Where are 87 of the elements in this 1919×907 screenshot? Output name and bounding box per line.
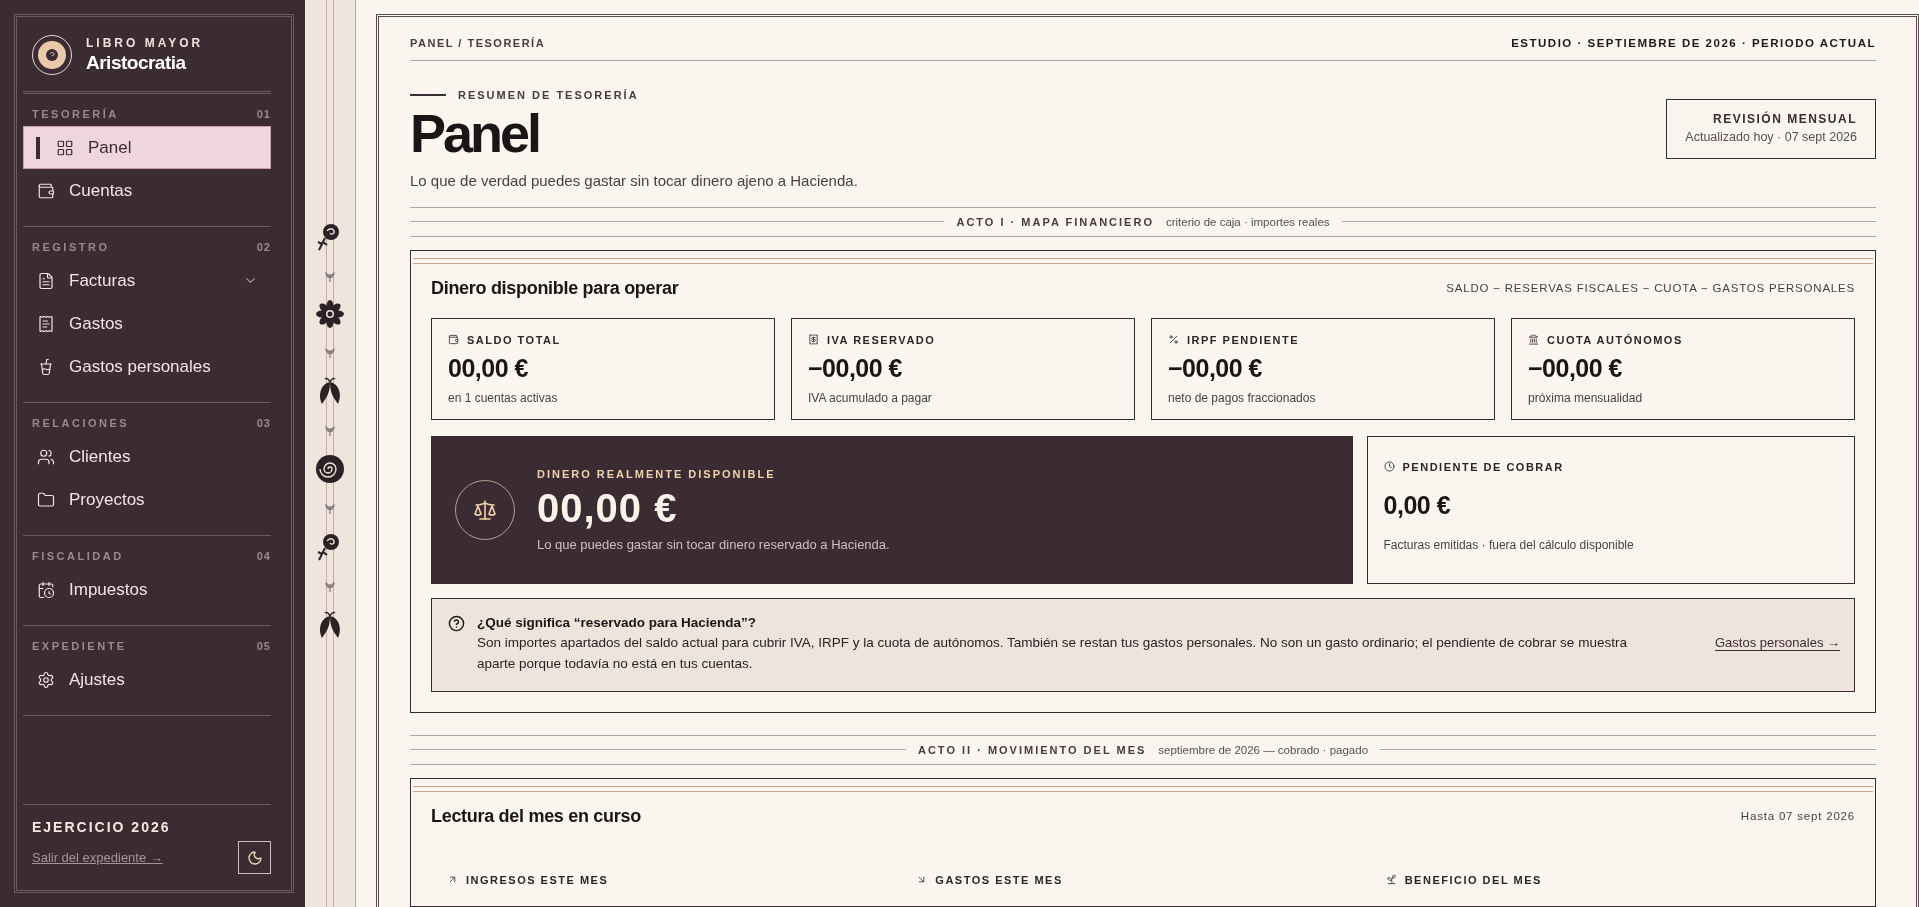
stat-label: CUOTA AUTÓNOMOS (1547, 333, 1683, 346)
moon-icon (246, 849, 263, 866)
nav-item-icon (37, 670, 55, 689)
stat-label: PENDIENTE DE COBRAR (1402, 460, 1564, 473)
nav-item[interactable]: Panel (23, 126, 271, 169)
nav-section-number: 03 (256, 417, 271, 429)
available-caption: Lo que puedes gastar sin tocar dinero reservado a Hacienda. (537, 536, 890, 552)
card-title: Lectura del mes en curso (431, 805, 641, 827)
nav-section-label: TESORERÍA (32, 108, 119, 120)
nav-item[interactable]: Facturas (32, 259, 271, 302)
available-value: 00,00 € (537, 485, 679, 531)
stat-label: GASTOS ESTE MES (935, 873, 1063, 886)
nav-section-number: 05 (256, 640, 271, 652)
nav-item[interactable]: Cuentas (32, 169, 271, 212)
stat-label: IRPF PENDIENTE (1187, 333, 1300, 346)
stat-label: IVA RESERVADO (827, 333, 936, 346)
stat-icon (1385, 874, 1397, 886)
period-context: ESTUDIO · SEPTIEMBRE DE 2026 · PERIODO ACTUAL (1511, 37, 1876, 49)
nav-item-icon (56, 138, 74, 157)
flower-ornament-icon (316, 300, 344, 328)
clock-icon (1383, 461, 1395, 473)
nav-item-icon (37, 181, 55, 200)
nav-item[interactable]: Ajustes (32, 658, 271, 701)
act-title: ACTO I · MAPA FINANCIERO (956, 215, 1154, 228)
review-title: REVISIÓN MENSUAL (1713, 112, 1857, 126)
card-title: Dinero disponible para operar (431, 277, 679, 299)
stat-icon (448, 334, 459, 346)
month-date: Hasta 07 sept 2026 (1740, 810, 1855, 823)
stat-value: 00,00 € (448, 353, 529, 383)
stat-caption: en 1 cuentas activas (448, 390, 559, 405)
review-meta: Actualizado hoy · 07 sept 2026 (1685, 130, 1857, 144)
act-note: criterio de caja · importes reales (1165, 215, 1330, 228)
nav-section-label: EXPEDIENTE (32, 640, 127, 652)
available-label: DINERO REALMENTE DISPONIBLE (537, 467, 777, 480)
nav-item-icon (37, 580, 55, 599)
sprig-ornament-icon (324, 580, 336, 592)
nav-item[interactable]: Impuestos (32, 568, 271, 611)
stat-value: −00,00 € (1168, 353, 1263, 383)
sprig-ornament-icon (324, 346, 336, 358)
page-subtitle: Lo que de verdad puedes gastar sin tocar dinero ajeno a Hacienda. (410, 171, 858, 189)
nav-item[interactable]: Gastos personales (32, 345, 271, 388)
stat-label: INGRESOS ESTE MES (466, 873, 609, 886)
exit-link[interactable]: Salir del expediente → (32, 850, 163, 865)
stat-caption: IVA acumulado a pagar (808, 390, 933, 405)
stat-caption: próxima mensualidad (1528, 390, 1644, 405)
sprig-ornament-icon (324, 424, 336, 436)
info-text: Son importes apartados del saldo actual para cubrir IVA, IRPF y la cuota de autónomos. También se restan tus gastos personales. No son un gasto ordinario; el pendiente de cobrar se muestra aparte porque todavía no está en tus cuentas. (477, 633, 1628, 674)
help-icon (448, 614, 465, 632)
nav-item-icon (37, 357, 55, 376)
stat-label: SALDO TOTAL (467, 333, 561, 346)
stat-icon (1168, 334, 1179, 346)
info-question: ¿Qué significa “reservado para Hacienda”? (477, 614, 758, 630)
nav-item[interactable]: Clientes (32, 435, 271, 478)
stat-value: 0,00 € (1383, 490, 1452, 520)
formula-text: SALDO − RESERVAS FISCALES − CUOTA − GASTOS PERSONALES (1446, 282, 1855, 295)
page-title: Panel (410, 105, 541, 162)
sprig-ornament-icon (324, 502, 336, 514)
breadcrumb: PANEL / TESORERÍA (410, 37, 546, 49)
stat-icon (1528, 334, 1539, 346)
nav-section-number: 01 (256, 108, 271, 120)
nav-section-label: REGISTRO (32, 241, 110, 253)
brand-name: Aristocratia (86, 52, 187, 74)
sprig-ornament-icon (324, 270, 336, 282)
swirl-ornament-icon (315, 454, 345, 484)
personal-expenses-link[interactable]: Gastos personales → (1715, 634, 1840, 651)
act-note: septiembre de 2026 — cobrado · pagado (1158, 743, 1369, 756)
nav-item-icon (37, 271, 55, 290)
stat-icon (808, 334, 819, 346)
nav-section-label: FISCALIDAD (32, 550, 124, 562)
nav-item[interactable]: Proyectos (32, 478, 271, 521)
nav-section-label: RELACIONES (32, 417, 130, 429)
page-eyebrow: RESUMEN DE TESORERÍA (458, 89, 639, 101)
nav-item[interactable]: Gastos (32, 302, 271, 345)
fiscal-year-label: EJERCICIO 2026 (32, 819, 172, 835)
stat-caption: neto de pagos fraccionados (1168, 390, 1317, 405)
stat-caption: Facturas emitidas · fuera del cálculo disponible (1383, 537, 1635, 552)
nav-section-number: 04 (256, 550, 271, 562)
stat-value: −00,00 € (808, 353, 903, 383)
act-title: ACTO II · MOVIMIENTO DEL MES (917, 743, 1147, 756)
theme-toggle-button[interactable] (238, 841, 271, 874)
stat-value: −00,00 € (1528, 353, 1623, 383)
nav-item-icon (37, 447, 55, 466)
brand-eyebrow: LIBRO MAYOR (86, 36, 204, 50)
stat-label: BENEFICIO DEL MES (1404, 873, 1542, 886)
nav-section-number: 02 (256, 241, 271, 253)
nav-item-icon (37, 314, 55, 333)
nav-item-icon (37, 490, 55, 509)
